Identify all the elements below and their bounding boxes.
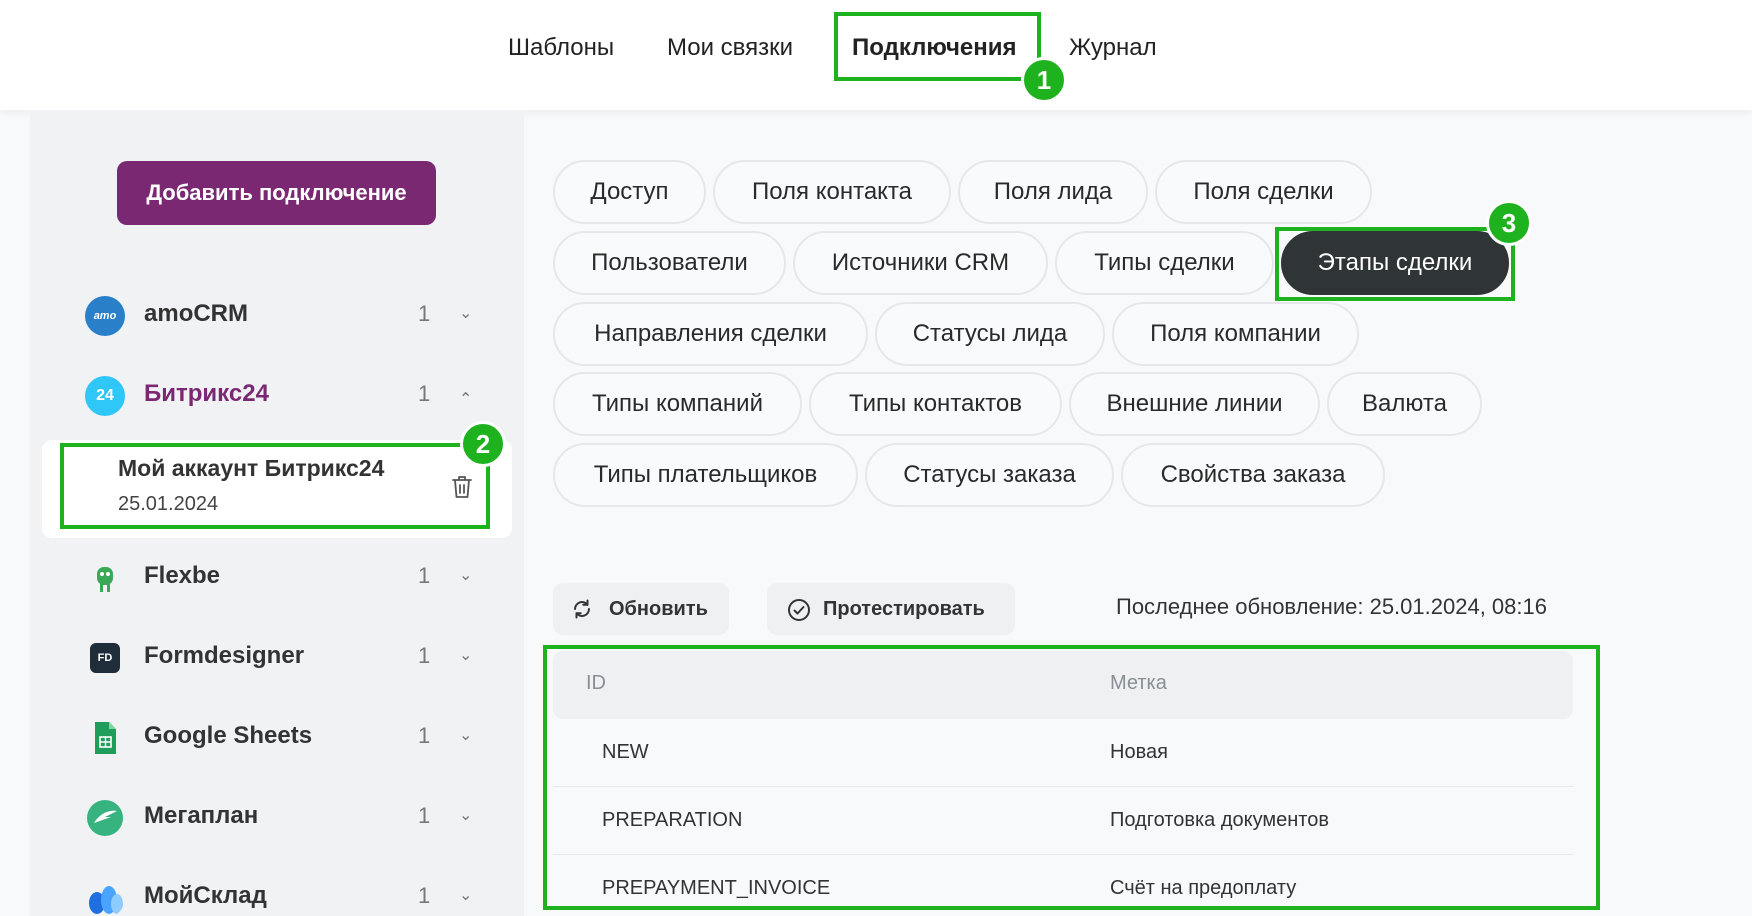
cell-label: Счёт на предоплату: [1110, 877, 1297, 899]
chevron-down-icon[interactable]: ⌄: [459, 565, 472, 585]
tab-journal[interactable]: Журнал: [1069, 28, 1157, 68]
chevron-down-icon[interactable]: ⌄: [459, 725, 472, 745]
cell-id: PREPAYMENT_INVOICE: [602, 877, 831, 899]
tab-connections[interactable]: Подключения: [852, 28, 1017, 68]
service-count: 1: [418, 381, 431, 406]
moysklad-logo-icon: [89, 886, 123, 914]
pill-crm-sources[interactable]: Источники CRM: [793, 231, 1048, 295]
pill-lead-statuses[interactable]: Статусы лида: [875, 302, 1105, 366]
service-name: МойСклад: [144, 882, 267, 909]
add-connection-button[interactable]: Добавить подключение: [117, 161, 436, 225]
chevron-down-icon[interactable]: ⌄: [459, 645, 472, 665]
chevron-down-icon[interactable]: ⌄: [459, 885, 472, 905]
service-name: amoCRM: [144, 300, 249, 327]
pill-payer-types[interactable]: Типы плательщиков: [553, 443, 858, 507]
pill-lead-fields[interactable]: Поля лида: [958, 160, 1148, 224]
tab-my-links[interactable]: Мои связки: [667, 28, 793, 68]
sidebar-item-bitrix24[interactable]: 24 Битрикс24 1 ⌃: [85, 371, 485, 421]
pill-access[interactable]: Доступ: [553, 160, 706, 224]
pill-users[interactable]: Пользователи: [553, 231, 786, 295]
service-count: 1: [418, 301, 431, 326]
account-date: 25.01.2024: [118, 493, 219, 515]
account-item[interactable]: Мой аккаунт Битрикс24 25.01.2024: [42, 440, 512, 538]
formdesigner-logo-icon: FD: [90, 643, 120, 673]
tab-templates[interactable]: Шаблоны: [508, 28, 614, 68]
chevron-down-icon[interactable]: ⌄: [459, 805, 472, 825]
service-count: 1: [418, 643, 431, 668]
pill-deal-types[interactable]: Типы сделки: [1055, 231, 1274, 295]
service-name: Formdesigner: [144, 642, 305, 669]
pill-company-fields[interactable]: Поля компании: [1112, 302, 1359, 366]
pill-deal-directions[interactable]: Направления сделки: [553, 302, 868, 366]
bitrix24-logo-icon: 24: [85, 376, 125, 416]
pill-contact-fields[interactable]: Поля контакта: [713, 160, 951, 224]
step-badge-1: 1: [1021, 57, 1067, 103]
test-label: Протестировать: [823, 598, 985, 620]
sidebar-item-megaplan[interactable]: Мегаплан 1 ⌄: [85, 793, 485, 843]
column-header-label: Метка: [1110, 672, 1167, 694]
pill-currency[interactable]: Валюта: [1327, 372, 1482, 436]
sidebar-item-google-sheets[interactable]: Google Sheets 1 ⌄: [85, 713, 485, 763]
refresh-icon: [574, 599, 590, 619]
service-name: Flexbe: [144, 562, 221, 589]
step-badge-3: 3: [1486, 200, 1532, 246]
sidebar-item-moysklad[interactable]: МойСклад 1 ⌄: [85, 873, 485, 916]
amocrm-logo-icon: amo: [85, 296, 125, 336]
service-count: 1: [418, 803, 431, 828]
pill-contact-types[interactable]: Типы контактов: [809, 372, 1062, 436]
account-name: Мой аккаунт Битрикс24: [118, 455, 385, 481]
pill-order-properties[interactable]: Свойства заказа: [1121, 443, 1385, 507]
pill-external-lines[interactable]: Внешние линии: [1069, 372, 1320, 436]
flexbe-logo-icon: [97, 567, 113, 592]
last-update-text: Последнее обновление: 25.01.2024, 08:16: [1116, 594, 1547, 619]
check-circle-icon: [788, 599, 810, 621]
test-button[interactable]: Протестировать: [767, 583, 1015, 635]
pill-order-statuses[interactable]: Статусы заказа: [865, 443, 1114, 507]
column-header-id: ID: [586, 672, 606, 694]
table-row[interactable]: PREPARATION Подготовка документов: [553, 787, 1573, 855]
table-row[interactable]: PREPAYMENT_INVOICE Счёт на предоплату: [553, 855, 1573, 916]
service-name: Битрикс24: [144, 380, 269, 407]
service-count: 1: [418, 563, 431, 588]
chevron-down-icon[interactable]: ⌄: [459, 303, 472, 323]
sidebar-item-amocrm[interactable]: amo amoCRM 1 ⌄: [85, 291, 485, 341]
table-header: ID Метка: [553, 651, 1573, 719]
chevron-up-icon[interactable]: ⌃: [459, 389, 472, 409]
refresh-button[interactable]: Обновить: [553, 583, 729, 635]
cell-label: Новая: [1110, 741, 1168, 763]
service-count: 1: [418, 883, 431, 908]
pill-company-types[interactable]: Типы компаний: [553, 372, 802, 436]
trash-icon[interactable]: [450, 474, 474, 500]
google-sheets-logo-icon: [95, 722, 116, 754]
refresh-label: Обновить: [609, 598, 708, 620]
step-badge-2: 2: [460, 421, 506, 467]
sidebar-item-flexbe[interactable]: Flexbe 1 ⌄: [85, 553, 485, 603]
megaplan-logo-icon: [87, 800, 123, 836]
cell-id: PREPARATION: [602, 809, 743, 831]
service-name: Мегаплан: [144, 802, 259, 829]
service-count: 1: [418, 723, 431, 748]
pill-deal-stages[interactable]: Этапы сделки: [1281, 231, 1509, 295]
pill-deal-fields[interactable]: Поля сделки: [1155, 160, 1372, 224]
cell-label: Подготовка документов: [1110, 809, 1329, 831]
service-name: Google Sheets: [144, 722, 313, 749]
top-navigation: Шаблоны Мои связки Подключения Журнал: [0, 0, 1752, 110]
sidebar-item-formdesigner[interactable]: FD Formdesigner 1 ⌄: [85, 633, 485, 683]
cell-id: NEW: [602, 741, 649, 763]
table-row[interactable]: NEW Новая: [553, 719, 1573, 787]
